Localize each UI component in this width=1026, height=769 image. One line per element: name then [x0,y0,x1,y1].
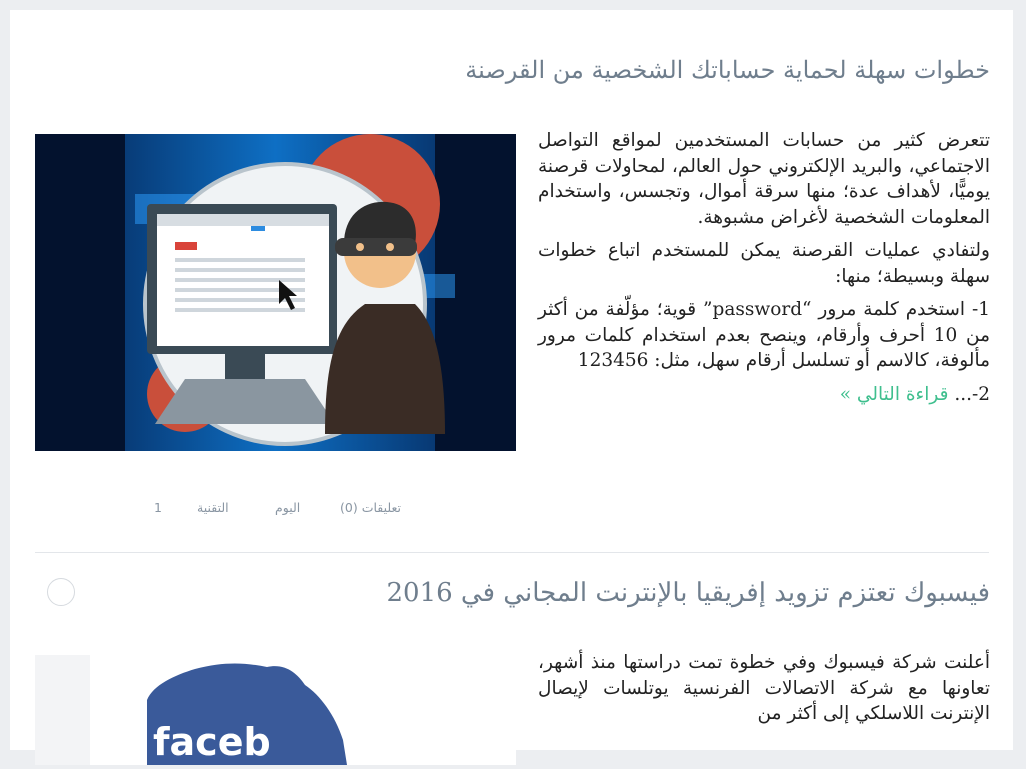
post-thumbnail[interactable] [35,134,516,451]
excerpt-trailing-text: 2-... [954,383,990,405]
post-excerpt: تتعرض كثير من حسابات المستخدمين لمواقع ا… [538,128,990,415]
content-card: خطوات سهلة لحماية حساباتك الشخصية من الق… [10,10,1013,765]
svg-text:faceb: faceb [153,720,271,764]
post-title-link[interactable]: خطوات سهلة لحماية حساباتك الشخصية من الق… [465,56,990,84]
excerpt-paragraph: تتعرض كثير من حسابات المستخدمين لمواقع ا… [538,130,990,228]
post-divider [35,552,989,553]
circle-button[interactable] [47,578,75,606]
excerpt-paragraph: أعلنت شركة فيسبوك وفي خطوة تمت دراستها م… [538,652,990,724]
post-title-link[interactable]: فيسبوك تعتزم تزويد إفريقيا بالإنترنت الم… [386,578,990,608]
hacker-illustration-icon [35,134,516,451]
facebook-africa-map-icon: faceb [35,655,516,765]
excerpt-paragraph: ولتفادي عمليات القرصنة يمكن للمستخدم اتب… [538,240,990,287]
post-date: اليوم [275,500,301,515]
comments-link[interactable]: تعليقات (0) [340,500,401,515]
excerpt-paragraph: 1- استخدم كلمة مرور “password” قوية؛ مؤل… [538,299,990,371]
excerpt-last-line: 2-... قراءة التالي » [538,382,990,408]
category-link[interactable]: التقنية [197,500,229,515]
post-thumbnail[interactable]: faceb [35,655,516,765]
post-excerpt: أعلنت شركة فيسبوك وفي خطوة تمت دراستها م… [538,650,990,735]
view-count: 1 [154,500,162,515]
read-more-link[interactable]: قراءة التالي » [840,384,949,405]
